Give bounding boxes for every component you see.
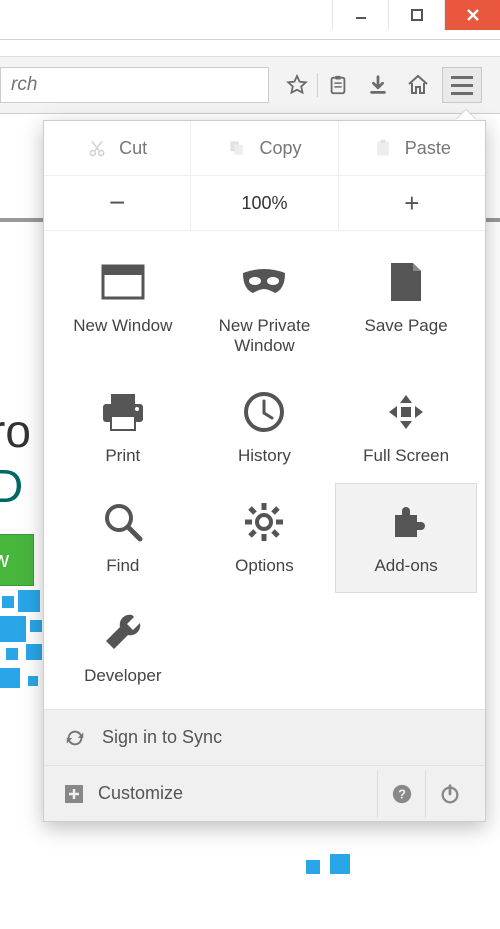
help-icon: ? [391,783,413,805]
help-button[interactable]: ? [377,770,425,818]
clock-icon [243,391,285,433]
zoom-level-label: 100% [241,193,287,214]
save-page-button[interactable]: Save Page [335,243,477,373]
gear-icon [243,501,285,543]
developer-button[interactable]: Developer [52,593,194,703]
options-label: Options [235,556,294,576]
addons-label: Add-ons [374,556,437,576]
window-titlebar [0,0,500,40]
new-window-label: New Window [73,316,172,336]
window-minimize-button[interactable] [332,0,388,30]
print-label: Print [105,446,140,466]
puzzle-icon [385,501,427,543]
zoom-in-button[interactable]: + [338,176,485,230]
options-button[interactable]: Options [194,483,336,593]
sync-icon [64,727,86,749]
window-icon [101,264,145,300]
wrench-icon [102,611,144,653]
power-icon [439,783,461,805]
maximize-icon [410,8,424,22]
paste-button[interactable]: Paste [338,121,485,175]
history-label: History [238,446,291,466]
new-private-label: New Private Window [199,316,331,356]
customize-button[interactable]: Customize [98,783,183,804]
copy-button[interactable]: Copy [190,121,337,175]
hamburger-icon [451,76,473,79]
copy-icon [227,138,247,158]
zoom-controls-row: − 100% + [44,176,485,231]
find-label: Find [106,556,139,576]
mask-icon [239,267,289,297]
edit-controls-row: Cut Copy Paste [44,121,485,176]
cut-icon [87,138,107,158]
print-button[interactable]: Print [52,373,194,483]
download-now-button[interactable]: Now [0,534,34,586]
window-maximize-button[interactable] [388,0,444,30]
plus-box-icon [64,784,84,804]
history-button[interactable]: History [194,373,336,483]
developer-label: Developer [84,666,162,686]
copy-label: Copy [259,138,301,159]
home-button[interactable] [398,65,438,105]
find-button[interactable]: Find [52,483,194,593]
download-icon [367,74,389,96]
page-heading: roD [0,404,31,514]
menu-grid: New Window New Private Window Save Page … [44,231,485,709]
new-window-button[interactable]: New Window [52,243,194,373]
paste-icon [373,138,393,158]
sign-in-sync-button[interactable]: Sign in to Sync [44,709,485,765]
fullscreen-icon [385,391,427,433]
svg-text:?: ? [398,786,406,801]
customize-row: Customize ? [44,765,485,821]
menu-button[interactable] [442,67,482,103]
downloads-button[interactable] [358,65,398,105]
cut-button[interactable]: Cut [44,121,190,175]
zoom-out-button[interactable]: − [44,176,190,230]
printer-icon [101,392,145,432]
close-icon [465,7,481,23]
minus-icon: − [109,187,125,219]
search-icon [102,501,144,543]
paste-label: Paste [405,138,451,159]
full-screen-button[interactable]: Full Screen [335,373,477,483]
bookmark-star-button[interactable] [277,65,317,105]
star-icon [285,73,309,97]
home-icon [406,73,430,97]
save-page-label: Save Page [365,316,448,336]
full-screen-label: Full Screen [363,446,449,466]
new-private-window-button[interactable]: New Private Window [194,243,336,373]
page-icon [389,261,423,303]
search-input[interactable] [0,67,269,103]
cut-label: Cut [119,138,147,159]
bookmarks-list-button[interactable] [318,65,358,105]
browser-toolbar [0,56,500,114]
quit-button[interactable] [425,770,473,818]
sync-label: Sign in to Sync [102,727,222,748]
addons-button[interactable]: Add-ons [335,483,477,593]
minimize-icon [354,8,368,22]
plus-icon: + [404,188,419,219]
zoom-level[interactable]: 100% [190,176,337,230]
main-menu-panel: Cut Copy Paste − 100% + New Window New P… [43,120,486,822]
clipboard-icon [327,74,349,96]
window-close-button[interactable] [444,0,500,30]
